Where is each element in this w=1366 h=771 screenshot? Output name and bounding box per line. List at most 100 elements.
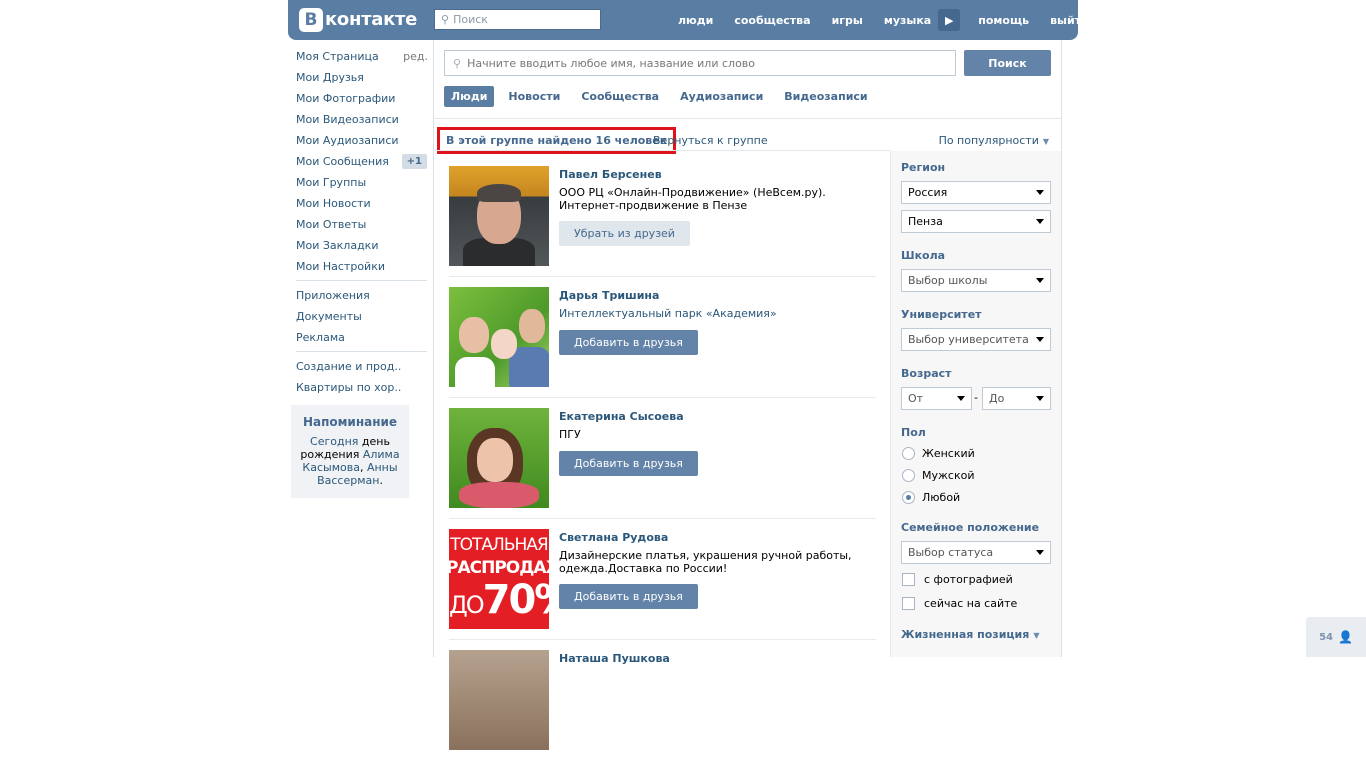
header-search-input[interactable]: ⚲ Поиск bbox=[434, 9, 601, 30]
person-row: Екатерина Сысоева ПГУ Добавить в друзья bbox=[449, 408, 876, 529]
chevron-down-icon bbox=[1036, 337, 1044, 342]
menu-label[interactable]: Мои Ответы bbox=[296, 218, 366, 231]
add-friend-button[interactable]: Добавить в друзья bbox=[559, 584, 698, 609]
life-position-toggle[interactable]: Жизненная позиция ▼ bbox=[901, 628, 1039, 641]
photo-text: РАСПРОДАЖА bbox=[449, 558, 549, 578]
people-search-input[interactable]: ⚲ Начните вводить любое имя, название ил… bbox=[444, 50, 956, 76]
online-friends-counter[interactable]: 54 👤 bbox=[1306, 617, 1366, 657]
person-photo[interactable] bbox=[449, 166, 549, 266]
menu-label[interactable]: Приложения bbox=[296, 289, 370, 302]
city-select[interactable]: Пенза bbox=[901, 210, 1051, 233]
nav-help[interactable]: помощь bbox=[978, 14, 1029, 27]
menu-item-videos[interactable]: Мои Видеозаписи bbox=[296, 109, 428, 130]
with-photo-checkbox[interactable]: с фотографией bbox=[902, 573, 1013, 586]
online-now-checkbox[interactable]: сейчас на сайте bbox=[902, 597, 1017, 610]
add-friend-button[interactable]: Добавить в друзья bbox=[559, 330, 698, 355]
menu-label[interactable]: Документы bbox=[296, 310, 362, 323]
nav-logout[interactable]: выйти bbox=[1050, 14, 1089, 27]
add-friend-button[interactable]: Добавить в друзья bbox=[559, 451, 698, 476]
tab-news[interactable]: Новости bbox=[501, 86, 567, 107]
menu-item-audio[interactable]: Мои Аудиозаписи bbox=[296, 130, 428, 151]
menu-item-groups[interactable]: Мои Группы bbox=[296, 172, 428, 193]
back-to-group-link[interactable]: Вернуться к группе bbox=[653, 134, 768, 147]
person-name[interactable]: Екатерина Сысоева bbox=[559, 410, 684, 423]
marital-select[interactable]: Выбор статуса bbox=[901, 541, 1051, 564]
menu-label[interactable]: Мои Сообщения bbox=[296, 155, 389, 168]
university-label: Университет bbox=[901, 308, 982, 321]
radio-button[interactable] bbox=[902, 469, 915, 482]
menu-item-photos[interactable]: Мои Фотографии bbox=[296, 88, 428, 109]
menu-item-messages[interactable]: Мои Сообщения +1 bbox=[296, 151, 428, 172]
chevron-down-icon: ▼ bbox=[1042, 137, 1049, 146]
menu-label[interactable]: Мои Группы bbox=[296, 176, 366, 189]
chevron-down-icon bbox=[1036, 190, 1044, 195]
menu-item-news[interactable]: Мои Новости bbox=[296, 193, 428, 214]
menu-label[interactable]: Реклама bbox=[296, 331, 345, 344]
person-photo[interactable] bbox=[449, 650, 549, 750]
tab-people[interactable]: Люди bbox=[444, 86, 495, 107]
checkbox[interactable] bbox=[902, 597, 915, 610]
photo-text: ТОТАЛЬНАЯ bbox=[450, 535, 548, 555]
radio-button[interactable] bbox=[902, 447, 915, 460]
person-name[interactable]: Светлана Рудова bbox=[559, 531, 668, 544]
person-name[interactable]: Наташа Пушкова bbox=[559, 652, 670, 665]
menu-item-bookmarks[interactable]: Мои Закладки bbox=[296, 235, 428, 256]
age-from-select[interactable]: От bbox=[901, 387, 972, 410]
marital-value: Выбор статуса bbox=[908, 546, 994, 559]
age-to-select[interactable]: До bbox=[982, 387, 1051, 410]
menu-label[interactable]: Создание и прод.. bbox=[296, 360, 401, 373]
country-select[interactable]: Россия bbox=[901, 181, 1051, 204]
top-nav: люди сообщества игры музыка ▶ помощь вый… bbox=[678, 0, 1110, 40]
today-link[interactable]: Сегодня bbox=[310, 435, 358, 448]
search-filters: Регион Россия Пенза Школа Выбор школы Ун… bbox=[890, 151, 1061, 657]
person-photo[interactable] bbox=[449, 408, 549, 508]
menu-item-settings[interactable]: Мои Настройки bbox=[296, 256, 428, 277]
menu-label[interactable]: Мои Настройки bbox=[296, 260, 385, 273]
person-photo[interactable] bbox=[449, 287, 549, 387]
menu-label[interactable]: Мои Закладки bbox=[296, 239, 378, 252]
menu-item-documents[interactable]: Документы bbox=[296, 306, 428, 327]
search-placeholder: Начните вводить любое имя, название или … bbox=[467, 56, 756, 70]
gender-female-radio[interactable]: Женский bbox=[902, 447, 975, 460]
nav-games[interactable]: игры bbox=[832, 14, 863, 27]
tab-communities[interactable]: Сообщества bbox=[574, 86, 666, 107]
menu-item-group-1[interactable]: Создание и прод.. bbox=[296, 356, 428, 377]
menu-label[interactable]: Мои Фотографии bbox=[296, 92, 395, 105]
menu-item-apps[interactable]: Приложения bbox=[296, 285, 428, 306]
remove-friend-button[interactable]: Убрать из друзей bbox=[559, 221, 690, 246]
gender-label: Пол bbox=[901, 426, 926, 439]
radio-button-selected[interactable] bbox=[902, 491, 915, 504]
person-name[interactable]: Дарья Тришина bbox=[559, 289, 659, 302]
menu-label[interactable]: Мои Видеозаписи bbox=[296, 113, 399, 126]
vk-logo[interactable]: В контакте bbox=[299, 7, 417, 32]
nav-communities[interactable]: сообщества bbox=[734, 14, 810, 27]
tab-audio[interactable]: Аудиозаписи bbox=[673, 86, 770, 107]
person-photo[interactable]: ТОТАЛЬНАЯ РАСПРОДАЖА ДО70% bbox=[449, 529, 549, 629]
menu-label[interactable]: Квартиры по хор.. bbox=[296, 381, 401, 394]
menu-label[interactable]: Мои Аудиозаписи bbox=[296, 134, 399, 147]
gender-male-radio[interactable]: Мужской bbox=[902, 469, 974, 482]
person-name[interactable]: Павел Берсенев bbox=[559, 168, 662, 181]
tab-video[interactable]: Видеозаписи bbox=[777, 86, 874, 107]
nav-music[interactable]: музыка bbox=[884, 14, 931, 27]
play-icon[interactable]: ▶ bbox=[938, 9, 961, 31]
gender-any-radio[interactable]: Любой bbox=[902, 491, 960, 504]
nav-people[interactable]: люди bbox=[678, 14, 713, 27]
school-label: Школа bbox=[901, 249, 946, 262]
menu-item-answers[interactable]: Мои Ответы bbox=[296, 214, 428, 235]
search-button[interactable]: Поиск bbox=[964, 50, 1051, 76]
checkbox[interactable] bbox=[902, 573, 915, 586]
menu-item-ads[interactable]: Реклама bbox=[296, 327, 428, 348]
university-select[interactable]: Выбор университета bbox=[901, 328, 1051, 351]
school-select[interactable]: Выбор школы bbox=[901, 269, 1051, 292]
edit-link[interactable]: ред. bbox=[403, 50, 428, 63]
sort-dropdown[interactable]: По популярности ▼ bbox=[939, 134, 1049, 147]
menu-label[interactable]: Мои Друзья bbox=[296, 71, 364, 84]
menu-item-my-page[interactable]: Моя Страница ред. bbox=[296, 46, 428, 67]
person-description[interactable]: Интеллектуальный парк «Академия» bbox=[559, 307, 859, 320]
menu-label[interactable]: Моя Страница bbox=[296, 50, 379, 63]
menu-item-friends[interactable]: Мои Друзья bbox=[296, 67, 428, 88]
menu-label[interactable]: Мои Новости bbox=[296, 197, 371, 210]
messages-count-badge[interactable]: +1 bbox=[401, 154, 427, 169]
menu-item-group-2[interactable]: Квартиры по хор.. bbox=[296, 377, 428, 398]
